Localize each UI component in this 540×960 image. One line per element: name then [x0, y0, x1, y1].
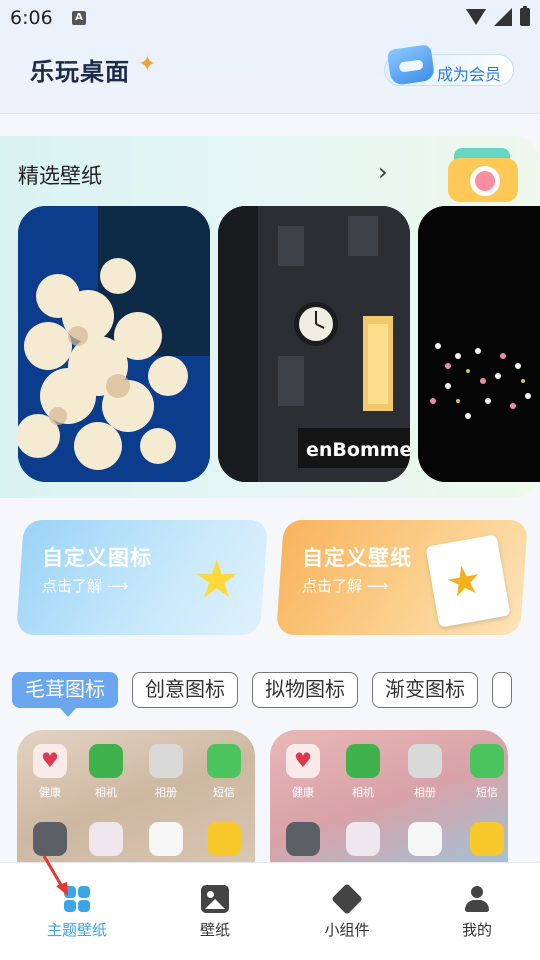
svg-text:enBommel: enBommel — [306, 439, 410, 461]
sparkle-icon: ✦ — [138, 52, 157, 77]
pointer-arrow-icon — [42, 855, 68, 896]
vip-button[interactable]: 成为会员 — [384, 44, 514, 86]
nav-label: 主题壁纸 — [46, 921, 107, 939]
phone-icon — [346, 744, 380, 778]
featured-wallpapers-section: 精选壁纸 › enBommel — [0, 136, 540, 498]
nav-item-profile[interactable]: 我的 — [422, 885, 532, 940]
calculator-icon — [286, 822, 320, 856]
icon-style-tabs: 毛茸图标 创意图标 拟物图标 渐变图标 — [12, 672, 512, 717]
music-icon — [470, 822, 504, 856]
chevron-right-icon[interactable]: › — [378, 158, 388, 186]
featured-title: 精选壁纸 — [18, 164, 102, 188]
wallpaper-thumbnail[interactable] — [418, 206, 540, 482]
theme-preview-card[interactable]: ♥ 健康 相机 相册 短信 — [17, 730, 255, 870]
theme-preview-card[interactable]: ♥ 健康 相机 相册 短信 — [270, 730, 508, 870]
app-label: 相机 — [352, 786, 374, 799]
bottom-nav: 主题壁纸 壁纸 小组件 我的 — [0, 862, 540, 960]
tab-gradient-icons[interactable]: 渐变图标 — [372, 672, 478, 708]
photos-icon — [149, 822, 183, 856]
custom-wallpaper-card[interactable]: 自定义壁纸 点击了解 ⟶ ★ — [275, 520, 529, 635]
header: 6:06 A 乐玩桌面 ✦ 成为会员 — [0, 0, 540, 114]
contacts-icon — [408, 744, 442, 778]
vip-button-label: 成为会员 — [436, 65, 501, 84]
custom-icon-title: 自定义图标 — [42, 546, 152, 570]
nav-item-wallpapers[interactable]: 壁纸 — [160, 885, 270, 940]
app-label: 短信 — [213, 786, 235, 799]
app-label: 相机 — [95, 786, 117, 799]
camera-app-icon — [346, 822, 380, 856]
nav-label: 我的 — [461, 921, 492, 939]
app-label: 相册 — [155, 786, 177, 799]
tab-more[interactable] — [492, 672, 512, 708]
status-icons — [466, 6, 530, 26]
tab-skeuomorphic-icons[interactable]: 拟物图标 — [252, 672, 358, 708]
photo-frame-icon: ★ — [425, 534, 511, 628]
nav-item-widgets[interactable]: 小组件 — [292, 883, 402, 940]
health-icon: ♥ — [33, 744, 67, 778]
nav-label: 小组件 — [324, 921, 370, 939]
star-icon: ★ — [193, 550, 240, 610]
status-bar: 6:06 A — [0, 0, 540, 38]
messages-icon — [207, 744, 241, 778]
contacts-icon — [149, 744, 183, 778]
wifi-icon — [466, 9, 486, 25]
notification-icon: A — [72, 11, 86, 25]
app-label: 健康 — [39, 786, 61, 799]
custom-wallpaper-subtitle: 点击了解 ⟶ — [302, 577, 389, 595]
status-time: 6:06 — [10, 7, 53, 29]
health-icon: ♥ — [286, 744, 320, 778]
music-icon — [207, 822, 241, 856]
app-title: 乐玩桌面 — [30, 58, 130, 86]
custom-icon-subtitle: 点击了解 ⟶ — [42, 577, 129, 595]
nav-label: 壁纸 — [199, 921, 230, 939]
camera-app-icon — [89, 822, 123, 856]
vip-badge-icon — [386, 44, 436, 86]
app-label: 短信 — [476, 786, 498, 799]
nav-item-themes[interactable]: 主题壁纸 — [22, 885, 132, 940]
phone-icon — [89, 744, 123, 778]
user-icon — [463, 885, 491, 913]
tab-creative-icons[interactable]: 创意图标 — [132, 672, 238, 708]
cube-icon — [331, 883, 363, 915]
photos-icon — [408, 822, 442, 856]
image-icon — [201, 885, 229, 913]
calculator-icon — [33, 822, 67, 856]
signal-icon — [494, 8, 512, 26]
app-label: 健康 — [292, 786, 314, 799]
wallpaper-thumbnail[interactable] — [18, 206, 210, 482]
tab-fluffy-icons[interactable]: 毛茸图标 — [12, 672, 118, 717]
battery-icon — [520, 6, 530, 26]
custom-wallpaper-title: 自定义壁纸 — [302, 546, 412, 570]
camera-icon — [446, 144, 520, 202]
wallpaper-thumbnail[interactable]: enBommel — [218, 206, 410, 482]
app-label: 相册 — [414, 786, 436, 799]
custom-icon-card[interactable]: 自定义图标 点击了解 ⟶ ★ — [15, 520, 269, 635]
messages-icon — [470, 744, 504, 778]
